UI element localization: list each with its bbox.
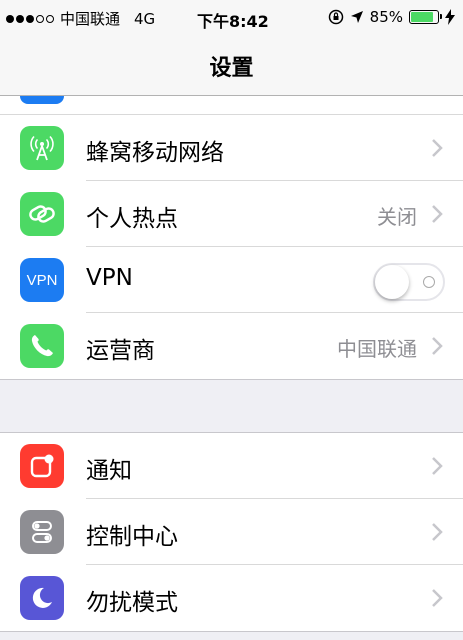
partial-list-item[interactable] — [0, 96, 463, 115]
settings-group-network: 蜂窝移动网络 个人热点 关闭 VPN VPN 运营商 中国联通 — [0, 115, 463, 380]
navigation-bar: 设置 — [0, 36, 463, 96]
status-time: 下午8:42 — [197, 12, 269, 31]
toggle-off-indicator — [423, 276, 435, 288]
notifications-icon — [20, 444, 64, 488]
chevron-right-icon — [432, 589, 443, 607]
moon-icon — [20, 576, 64, 620]
vpn-icon: VPN — [20, 258, 64, 302]
network-type: 4G — [134, 9, 156, 28]
carrier-name: 中国联通 — [60, 10, 121, 28]
chevron-right-icon — [432, 457, 443, 475]
row-label: 个人热点 — [86, 206, 178, 232]
antenna-icon — [20, 126, 64, 170]
settings-row-hotspot[interactable]: 个人热点 关闭 — [0, 181, 463, 247]
vpn-toggle[interactable] — [373, 263, 445, 301]
row-label: 蜂窝移动网络 — [86, 140, 224, 166]
settings-row-carrier[interactable]: 运营商 中国联通 — [0, 313, 463, 379]
chevron-right-icon — [432, 205, 443, 223]
settings-group-system: 通知 控制中心 勿扰模式 — [0, 432, 463, 632]
battery-icon — [409, 10, 442, 24]
partial-app-icon — [20, 96, 64, 104]
row-label: 勿扰模式 — [86, 590, 178, 616]
location-arrow-icon — [350, 11, 363, 23]
row-label: 运营商 — [86, 338, 155, 364]
charging-bolt-icon — [445, 9, 455, 25]
chevron-right-icon — [432, 523, 443, 541]
row-value: 中国联通 — [337, 337, 417, 361]
chevron-right-icon — [432, 139, 443, 157]
settings-row-vpn: VPN VPN — [0, 247, 463, 313]
vpn-icon-text: VPN — [26, 271, 58, 289]
toggle-knob — [375, 265, 409, 299]
settings-row-cellular[interactable]: 蜂窝移动网络 — [0, 115, 463, 181]
hotspot-link-icon — [20, 192, 64, 236]
row-label: VPN — [86, 265, 133, 291]
status-left: 中国联通 4G — [6, 8, 155, 29]
status-right: 85% — [328, 8, 455, 26]
row-label: 通知 — [86, 458, 132, 484]
page-title: 设置 — [209, 56, 254, 81]
chevron-right-icon — [432, 337, 443, 355]
settings-row-notifications[interactable]: 通知 — [0, 433, 463, 499]
settings-row-control-center[interactable]: 控制中心 — [0, 499, 463, 565]
orientation-lock-icon — [328, 9, 343, 25]
settings-row-do-not-disturb[interactable]: 勿扰模式 — [0, 565, 463, 631]
signal-strength-icon — [6, 14, 54, 23]
battery-percent: 85% — [369, 8, 403, 26]
control-center-icon — [20, 510, 64, 554]
row-value: 关闭 — [377, 205, 417, 229]
status-bar: 中国联通 4G 下午8:42 85% — [0, 0, 463, 36]
phone-icon — [20, 324, 64, 368]
row-label: 控制中心 — [86, 524, 178, 550]
